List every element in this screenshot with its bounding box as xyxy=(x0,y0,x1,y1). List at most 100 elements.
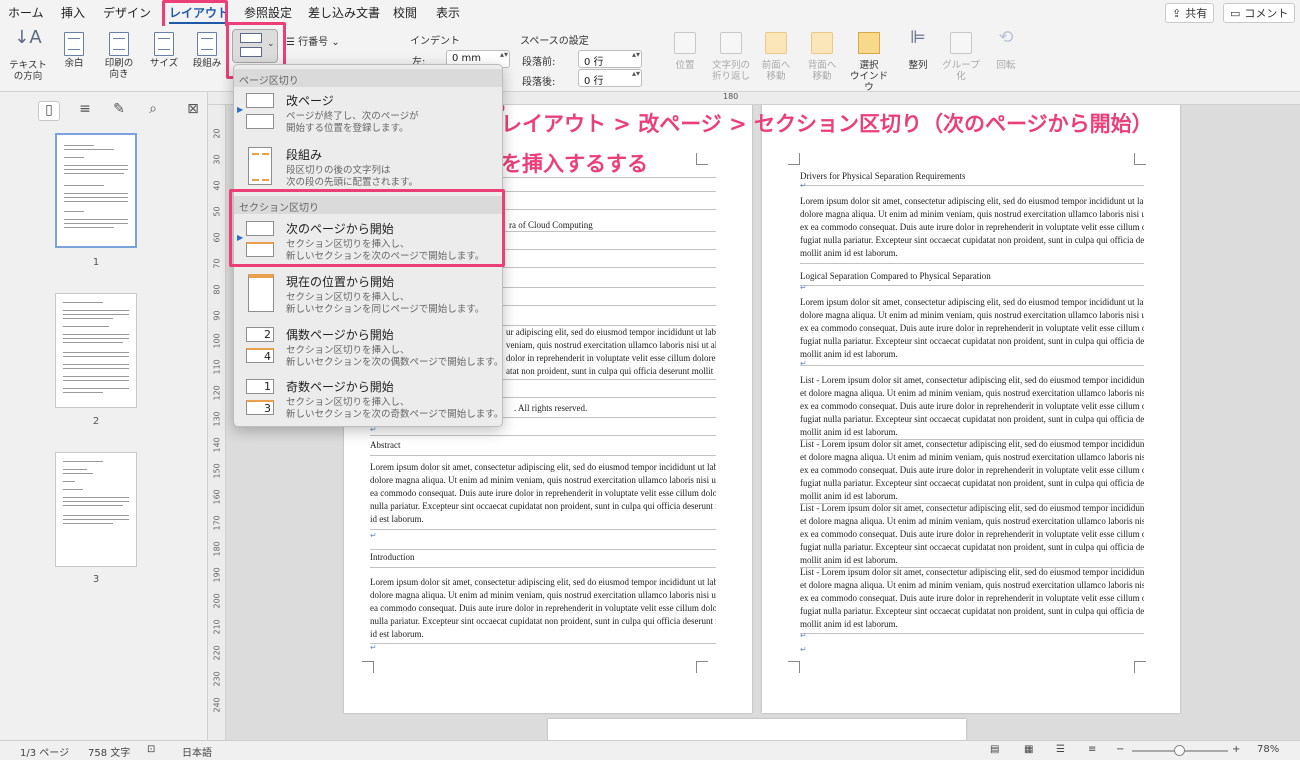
line-numbers-button[interactable]: ☰ 行番号 ⌄ xyxy=(286,37,340,48)
menu-item-desc: 次の段の先頭に配置されます。 xyxy=(286,177,419,188)
doc-text-fragment: dolor in reprehenderit in voluptate veli… xyxy=(506,353,716,363)
group-button[interactable]: グループ 化 xyxy=(940,32,982,82)
menu-item-even-page[interactable]: 2 4 偶数ページから開始 セクション区切りを挿入し、 新しいセクションを次の偶… xyxy=(234,321,504,373)
tab-insert[interactable]: 挿入 xyxy=(61,4,85,21)
doc-text: mollit anim id est laborum. xyxy=(800,555,898,565)
doc-text: ex ea commodo consequat. Duis aute irure… xyxy=(800,593,1144,603)
page-number-3: 3 xyxy=(92,574,100,585)
page-thumbnail-1[interactable] xyxy=(55,133,137,248)
doc-paragraph-line: dolore magna aliqua. Ut enim ad minim ve… xyxy=(370,590,716,600)
annotation-text: レイアウト > 改ページ > セクション区切り（次のページから開始） を挿入する… xyxy=(501,104,1153,184)
doc-text-fragment: atat non proident, sunt in culpa qui off… xyxy=(506,366,716,376)
doc-text: dolore magna aliqua. Ut enim ad minim ve… xyxy=(800,209,1144,219)
menu-item-title: 奇数ページから開始 xyxy=(286,380,394,394)
outline-icon[interactable]: ≡ xyxy=(74,101,96,121)
tab-review[interactable]: 校閲 xyxy=(393,4,417,21)
columns-button[interactable]: 段組み xyxy=(190,32,224,69)
ruler-tick: 220 xyxy=(212,645,222,661)
vertical-ruler[interactable]: 20 30 40 50 60 70 80 90 100 110 120 130 … xyxy=(208,105,226,740)
close-pane-icon[interactable]: ⊠ xyxy=(182,101,204,121)
spacing-before-input[interactable]: 0 行 xyxy=(578,50,642,68)
edit-icon[interactable]: ✎ xyxy=(108,101,130,121)
menu-item-next-page[interactable]: ▶ 次のページから開始 セクション区切りを挿入し、 新しいセクションを次のページ… xyxy=(234,215,502,267)
pilcrow-mark: ↵ xyxy=(800,359,807,368)
menu-item-desc: 新しいセクションを次の偶数ページで開始します。 xyxy=(286,357,504,368)
doc-text: ex ea commodo consequat. Duis aute irure… xyxy=(800,465,1144,475)
list-item-line: List - Lorem ipsum dolor sit amet, conse… xyxy=(800,503,1144,513)
ruler-tick: 130 xyxy=(212,411,222,427)
ribbon: ↓A テキスト の方向 余白 印刷の 向き サイズ 段組み ⌄ ☰ 行番号 ⌄ … xyxy=(0,26,1300,93)
text-direction-button[interactable]: ↓A テキスト の方向 xyxy=(8,29,48,83)
section-break-section-header: セクション区切り xyxy=(234,196,502,214)
bring-forward-button[interactable]: 前面へ 移動 xyxy=(758,32,794,82)
menu-item-continuous[interactable]: 現在の位置から開始 セクション区切りを挿入し、 新しいセクションを同じページで開… xyxy=(234,268,502,320)
menu-item-column-break[interactable]: 段組み 段区切りの後の文字列は 次の段の先頭に配置されます。 xyxy=(234,141,502,193)
doc-paragraph-line: Lorem ipsum dolor sit amet, consectetur … xyxy=(370,462,716,472)
tab-view[interactable]: 表示 xyxy=(436,4,460,21)
orientation-label-2: 向き xyxy=(109,69,129,80)
doc-text: et dolore magna aliqua. Ut enim ad minim… xyxy=(800,452,1144,462)
selection-pane-button[interactable]: 選択 ウインドウ xyxy=(846,32,892,93)
insertion-arrow-icon: ▶ xyxy=(237,105,244,114)
gridline xyxy=(370,567,716,568)
tab-mailings[interactable]: 差し込み文書 xyxy=(308,4,380,21)
doc-text: id est laborum. xyxy=(370,629,424,639)
language[interactable]: 日本語 xyxy=(182,744,212,759)
zoom-slider-thumb[interactable] xyxy=(1174,745,1185,756)
document-page-3[interactable] xyxy=(548,719,966,740)
position-button[interactable]: 位置 xyxy=(664,32,706,71)
menu-item-page-break[interactable]: ▶ 改ページ ページが終了し、次のページが 開始する位置を登録します。 xyxy=(234,87,502,139)
word-count[interactable]: 758 文字 xyxy=(88,744,130,759)
gridline xyxy=(370,529,716,530)
doc-text: et dolore magna aliqua. Ut enim ad minim… xyxy=(800,388,1144,398)
draft-view-icon[interactable]: ≡ xyxy=(1088,744,1096,755)
zoom-out-button[interactable]: − xyxy=(1116,744,1124,755)
document-page-2[interactable]: Drivers for Physical Separation Requirem… xyxy=(762,105,1180,713)
heading-logical-separation: Logical Separation Compared to Physical … xyxy=(800,271,991,281)
doc-text: mollit anim id est laborum. xyxy=(800,349,898,359)
send-backward-button[interactable]: 背面へ 移動 xyxy=(804,32,840,82)
doc-paragraph-line: id est laborum. xyxy=(370,514,424,524)
page-break-icon xyxy=(244,91,278,131)
wrap-text-button[interactable]: 文字列の 折り返し xyxy=(708,32,754,82)
odd-page-icon: 1 3 xyxy=(244,377,278,417)
send-backward-label-1: 背面へ xyxy=(807,60,837,71)
zoom-in-button[interactable]: + xyxy=(1232,744,1240,755)
search-icon[interactable]: ⌕ xyxy=(142,101,164,121)
ruler-tick: 30 xyxy=(212,154,222,165)
share-button[interactable]: ⇪ 共有 xyxy=(1165,3,1215,23)
page-number-badge: 1 xyxy=(246,379,274,394)
doc-text: fugiat nulla pariatur. Excepteur sint oc… xyxy=(800,542,1144,552)
proofing-icon[interactable]: ⊡ xyxy=(147,744,155,755)
pilcrow-mark: ↵ xyxy=(370,643,377,652)
orientation-button[interactable]: 印刷の 向き xyxy=(98,32,140,80)
gridline xyxy=(800,365,1144,366)
list-item-line: ex ea commodo consequat. Duis aute irure… xyxy=(800,529,1144,539)
zoom-level[interactable]: 78% xyxy=(1257,744,1279,755)
rotate-button[interactable]: ⟲ 回転 xyxy=(986,29,1026,72)
doc-text: List - Lorem ipsum dolor sit amet, conse… xyxy=(800,375,1144,385)
group-icon xyxy=(950,32,972,54)
print-layout-icon[interactable]: ▤ xyxy=(990,744,999,755)
comment-button[interactable]: ▭ コメント xyxy=(1223,3,1296,23)
tab-layout[interactable]: レイアウト xyxy=(169,4,230,24)
spacing-after-input[interactable]: 0 行 xyxy=(578,69,642,87)
list-item-line: mollit anim id est laborum. xyxy=(800,619,898,629)
page-thumbnail-2[interactable] xyxy=(55,293,137,408)
size-button[interactable]: サイズ xyxy=(144,32,184,69)
web-layout-icon[interactable]: ▦ xyxy=(1024,744,1033,755)
tab-design[interactable]: デザイン xyxy=(103,4,151,21)
tab-home[interactable]: ホーム xyxy=(8,4,44,21)
margins-button[interactable]: 余白 xyxy=(56,32,92,69)
doc-title-fragment: ra of Cloud Computing xyxy=(509,220,593,230)
breaks-button[interactable]: ⌄ xyxy=(232,29,278,63)
align-button[interactable]: ⊫ 整列 xyxy=(898,29,938,72)
doc-text: List - Lorem ipsum dolor sit amet, conse… xyxy=(800,503,1144,513)
page-thumbnail-3[interactable] xyxy=(55,452,137,567)
thumbnails-icon[interactable]: ▯ xyxy=(38,101,60,121)
menu-item-odd-page[interactable]: 1 3 奇数ページから開始 セクション区切りを挿入し、 新しいセクションを次の奇… xyxy=(234,373,503,425)
tab-references[interactable]: 参照設定 xyxy=(244,4,292,21)
outline-view-icon[interactable]: ☰ xyxy=(1056,744,1065,755)
list-item-line: et dolore magna aliqua. Ut enim ad minim… xyxy=(800,452,1144,462)
pilcrow-mark: ↵ xyxy=(800,283,807,292)
